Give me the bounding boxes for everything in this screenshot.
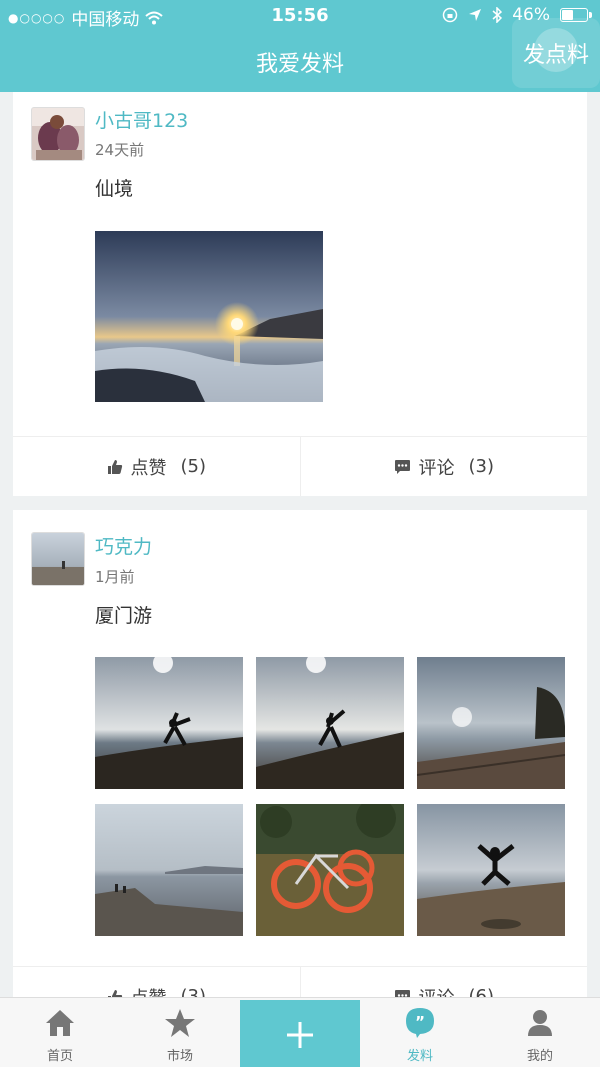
quote-bubble-icon: ”: [406, 1008, 434, 1038]
feed-list[interactable]: 小古哥123 24天前 仙境 点赞 (5) 评论 (3) 巧克力 1月前 厦门游…: [0, 92, 600, 997]
tab-post-label: 发料: [406, 1049, 433, 1064]
tab-market-label: 市场: [166, 1049, 193, 1064]
user-icon: [528, 1010, 552, 1036]
post-content: 厦门游: [95, 605, 153, 627]
app-header: ●○○○○ 中国移动 15:56 46% 我爱发料 发点料: [0, 0, 600, 92]
comment-count: (3): [468, 456, 495, 477]
comment-button[interactable]: 评论 (3): [299, 437, 588, 496]
post-button-label: 发点料: [522, 43, 589, 68]
post-card[interactable]: 巧克力 1月前 厦门游 (3) (6): [13, 510, 587, 997]
post-time: 24天前: [95, 141, 145, 159]
tab-post[interactable]: ” 发料: [360, 998, 480, 1067]
comment-label: 评论: [419, 984, 455, 998]
post-photo[interactable]: [256, 657, 404, 789]
post-username[interactable]: 巧克力: [95, 532, 152, 559]
post-photo[interactable]: [256, 804, 404, 936]
post-card[interactable]: 小古哥123 24天前 仙境 点赞 (5) 评论 (3): [13, 92, 587, 496]
comment-button[interactable]: 评论 (6): [299, 967, 588, 998]
thumb-up-icon: [107, 459, 122, 474]
add-post-button[interactable]: [240, 1000, 360, 1067]
like-count: (5): [180, 456, 207, 477]
post-photo[interactable]: [417, 804, 565, 936]
location-icon: [469, 9, 482, 21]
avatar[interactable]: [31, 532, 85, 586]
tab-mine-label: 我的: [526, 1049, 553, 1064]
like-count: (3): [180, 986, 207, 997]
tab-mine[interactable]: 我的: [480, 998, 600, 1067]
page-title: 我爱发料: [255, 52, 344, 77]
tab-home-label: 首页: [46, 1049, 73, 1064]
post-actions: 点赞 (3) 评论 (6): [13, 966, 587, 997]
svg-text:”: ”: [415, 1013, 425, 1031]
avatar[interactable]: [31, 107, 85, 161]
like-button[interactable]: 点赞 (3): [13, 967, 300, 997]
comment-icon: [394, 989, 410, 997]
like-label: 点赞: [131, 984, 167, 998]
plus-icon: [287, 1022, 313, 1048]
post-content: 仙境: [95, 178, 134, 200]
home-icon: [46, 1010, 74, 1036]
post-photo[interactable]: [95, 657, 243, 789]
thumb-up-icon: [107, 989, 122, 997]
rotation-lock-icon: [442, 7, 458, 23]
tab-market[interactable]: 市场: [120, 998, 240, 1067]
post-time: 1月前: [95, 568, 135, 586]
comment-label: 评论: [418, 457, 455, 479]
star-icon: [165, 1009, 195, 1037]
status-bar: ●○○○○ 中国移动 15:56 46%: [0, 0, 600, 32]
post-button[interactable]: 发点料: [512, 18, 600, 88]
like-label: 点赞: [130, 457, 167, 479]
like-button[interactable]: 点赞 (5): [13, 437, 300, 496]
comment-count: (6): [468, 986, 495, 997]
post-username[interactable]: 小古哥123: [95, 106, 188, 133]
tab-home[interactable]: 首页: [0, 998, 120, 1067]
tab-bar: 首页 市场 ” 发料 我的: [0, 997, 600, 1067]
post-photo[interactable]: [95, 804, 243, 936]
post-photo[interactable]: [417, 657, 565, 789]
bluetooth-icon: [492, 7, 503, 23]
post-actions: 点赞 (5) 评论 (3): [13, 436, 587, 496]
comment-icon: [394, 459, 410, 474]
post-photo[interactable]: [95, 231, 323, 402]
